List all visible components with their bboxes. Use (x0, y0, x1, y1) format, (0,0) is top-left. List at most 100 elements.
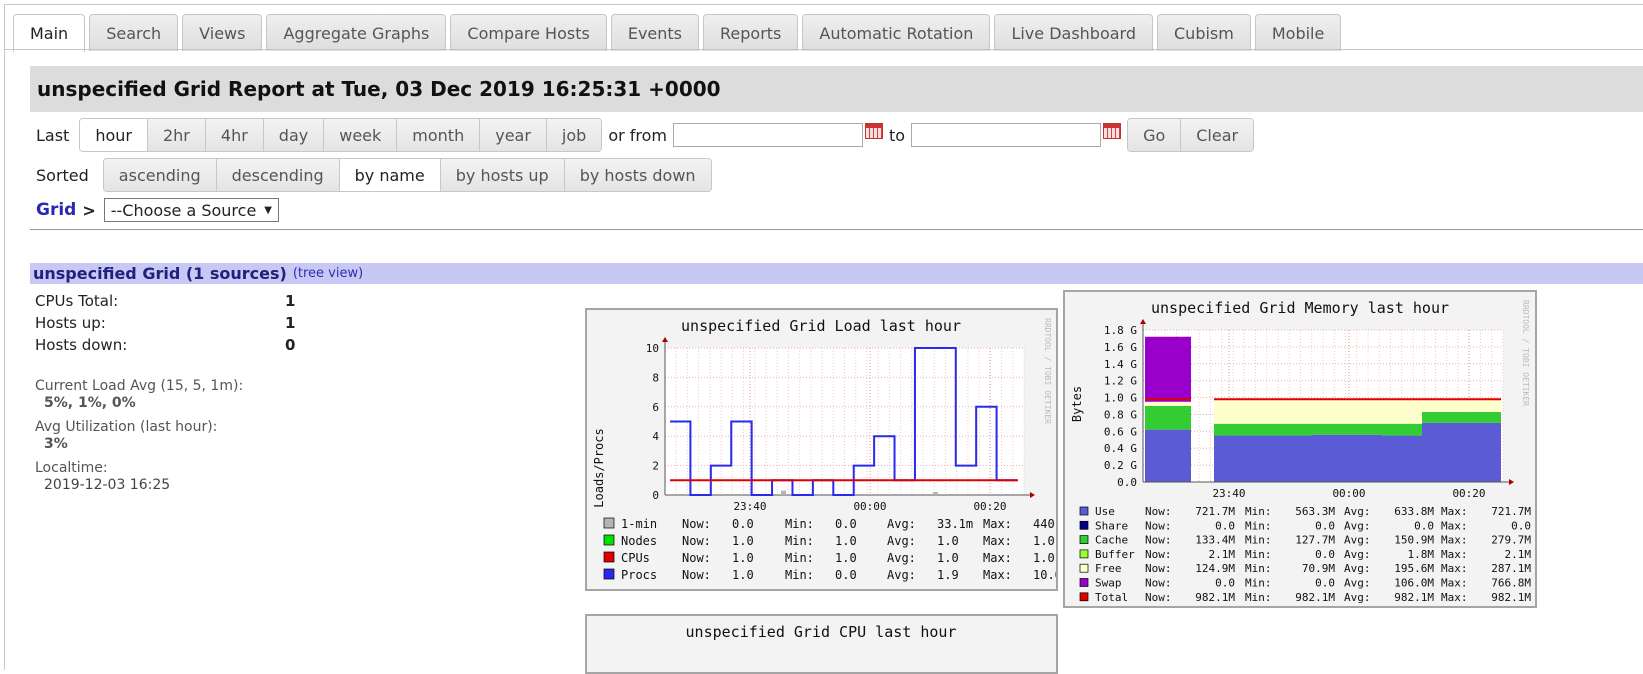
legend-series-name: Share (1095, 519, 1128, 532)
rrdtool-watermark: RRDTOOL / TOBI OETIKER (1043, 318, 1052, 424)
legend-stat-value: 982.1M (1394, 591, 1434, 604)
sort-ascending-button[interactable]: ascending (103, 159, 217, 191)
legend-stat-value: 0.0 (1511, 519, 1531, 532)
tab-reports[interactable]: Reports (703, 14, 799, 51)
area-free-seg5 (1422, 400, 1501, 412)
tab-compare-hosts[interactable]: Compare Hosts (450, 14, 607, 51)
tab-main[interactable]: Main (13, 14, 86, 52)
sort-row: Sorted ascending descending by name by host… (36, 158, 712, 192)
sort-by-name-button[interactable]: by name (339, 159, 441, 191)
legend-stat-label: Max: (1441, 591, 1468, 604)
range-month-button[interactable]: month (397, 119, 481, 151)
sorted-label: Sorted (36, 165, 89, 185)
legend-stat-label: Now: (682, 568, 711, 582)
legend-stat-label: Avg: (1344, 548, 1371, 561)
cpu-chart: unspecified Grid CPU last hour (686, 623, 957, 641)
y-axis-label: Bytes (1070, 386, 1084, 422)
sort-by-hosts-down-button[interactable]: by hosts down (564, 159, 711, 191)
x-tick-label: 00:00 (853, 500, 886, 513)
range-2hr-button[interactable]: 2hr (147, 119, 206, 151)
tab-search[interactable]: Search (89, 14, 179, 51)
area-cache-seg4 (1382, 423, 1422, 436)
sort-descending-button[interactable]: descending (216, 159, 340, 191)
legend-stat-label: Now: (682, 551, 711, 565)
localtime-value: 2019-12-03 16:25 (44, 477, 171, 493)
memory-chart: unspecified Grid Memory last hour RRDTOO… (1070, 299, 1531, 604)
legend-stat-label: Min: (1245, 519, 1272, 532)
legend-series-name: Total (1095, 591, 1128, 604)
legend-swatch (1079, 535, 1089, 544)
tab-mobile[interactable]: Mobile (1254, 14, 1342, 51)
tab-automatic-rotation[interactable]: Automatic Rotation (802, 14, 991, 51)
x-tick-label: 23:40 (733, 500, 766, 513)
utilization-value: 3% (44, 436, 68, 452)
source-select[interactable]: --Choose a Source ▼ (103, 198, 279, 222)
area-cache-seg3 (1312, 423, 1382, 435)
divider (30, 229, 1643, 230)
x-tick-label: 00:20 (1452, 487, 1485, 500)
memory-graph[interactable]: unspecified Grid Memory last hour RRDTOO… (1063, 290, 1537, 608)
to-date-input[interactable] (911, 123, 1102, 147)
legend-stat-label: Avg: (887, 534, 916, 548)
y-axis-label: Loads/Procs (592, 428, 606, 507)
legend-stat-label: Max: (1441, 534, 1468, 547)
calendar-icon[interactable] (865, 123, 883, 139)
range-year-button[interactable]: year (480, 119, 547, 151)
legend-stat-label: Now: (1145, 548, 1172, 561)
legend-stat-label: Avg: (1344, 505, 1371, 518)
range-hour-button[interactable]: hour (80, 119, 148, 151)
legend-stat-label: Max: (1441, 577, 1468, 590)
area-free-seg3 (1312, 400, 1382, 424)
cpu-graph[interactable]: unspecified Grid CPU last hour (585, 614, 1058, 674)
grid-link[interactable]: Grid (36, 200, 76, 220)
range-day-button[interactable]: day (263, 119, 325, 151)
y-tick-label: 8 (652, 371, 659, 384)
legend-stat-value: 127.7M (1295, 534, 1335, 547)
legend-swatch (1079, 506, 1089, 516)
legend-stat-label: Now: (1145, 505, 1172, 518)
range-job-button[interactable]: job (546, 119, 602, 151)
range-4hr-button[interactable]: 4hr (205, 119, 264, 151)
legend-series-name: 1-min (621, 517, 657, 531)
calendar-icon[interactable] (1103, 123, 1122, 139)
legend-stat-value: 1.0 (732, 568, 754, 582)
from-date-input[interactable] (673, 123, 863, 147)
legend-stat-value: 133.4M (1195, 534, 1235, 547)
legend-stat-label: Min: (1245, 577, 1272, 590)
range-week-button[interactable]: week (324, 119, 398, 151)
y-tick-label: 0.0 (1117, 476, 1137, 489)
legend-stat-label: Min: (1245, 534, 1272, 547)
range-buttons: hour 2hr 4hr day week month year job (79, 118, 603, 152)
tab-aggregate-graphs[interactable]: Aggregate Graphs (266, 14, 447, 51)
load-graph[interactable]: unspecified Grid Load last hour RRDTOOL … (585, 308, 1058, 591)
legend-stat-value: 70.9M (1302, 562, 1335, 575)
go-button[interactable]: Go (1128, 119, 1182, 151)
legend-stat-value: 1.0 (937, 551, 959, 565)
clear-button[interactable]: Clear (1181, 119, 1254, 151)
series-1min-bar (933, 492, 938, 495)
legend-stat-value: 0.0 (1315, 548, 1335, 561)
sort-by-hosts-up-button[interactable]: by hosts up (440, 159, 565, 191)
legend-stat-label: Min: (1245, 591, 1272, 604)
load-avg-label: Current Load Avg (15, 5, 1m): (35, 378, 244, 394)
cpus-total-value: 1 (285, 292, 296, 310)
y-tick-label: 10 (646, 342, 659, 355)
tab-cubism[interactable]: Cubism (1157, 14, 1251, 51)
legend-swatch (603, 568, 615, 580)
area-use-seg2 (1214, 435, 1312, 482)
legend-stat-label: Max: (983, 551, 1012, 565)
cpus-total-label: CPUs Total: (35, 292, 119, 310)
tab-views[interactable]: Views (182, 14, 263, 51)
area-use-seg5 (1422, 422, 1501, 482)
legend-stat-label: Avg: (1344, 577, 1371, 590)
legend-series-name: Procs (621, 568, 657, 582)
tab-live-dashboard[interactable]: Live Dashboard (994, 14, 1153, 51)
chart-title: unspecified Grid CPU last hour (686, 623, 957, 641)
tab-events[interactable]: Events (610, 14, 699, 51)
legend-stat-label: Now: (1145, 562, 1172, 575)
legend-stat-value: 1.9 (937, 568, 959, 582)
grid-name: unspecified Grid (1 sources) (33, 264, 287, 283)
tree-view-link[interactable]: (tree view) (293, 266, 363, 281)
hosts-up-value: 1 (285, 314, 296, 332)
area-use-seg4 (1382, 435, 1422, 482)
